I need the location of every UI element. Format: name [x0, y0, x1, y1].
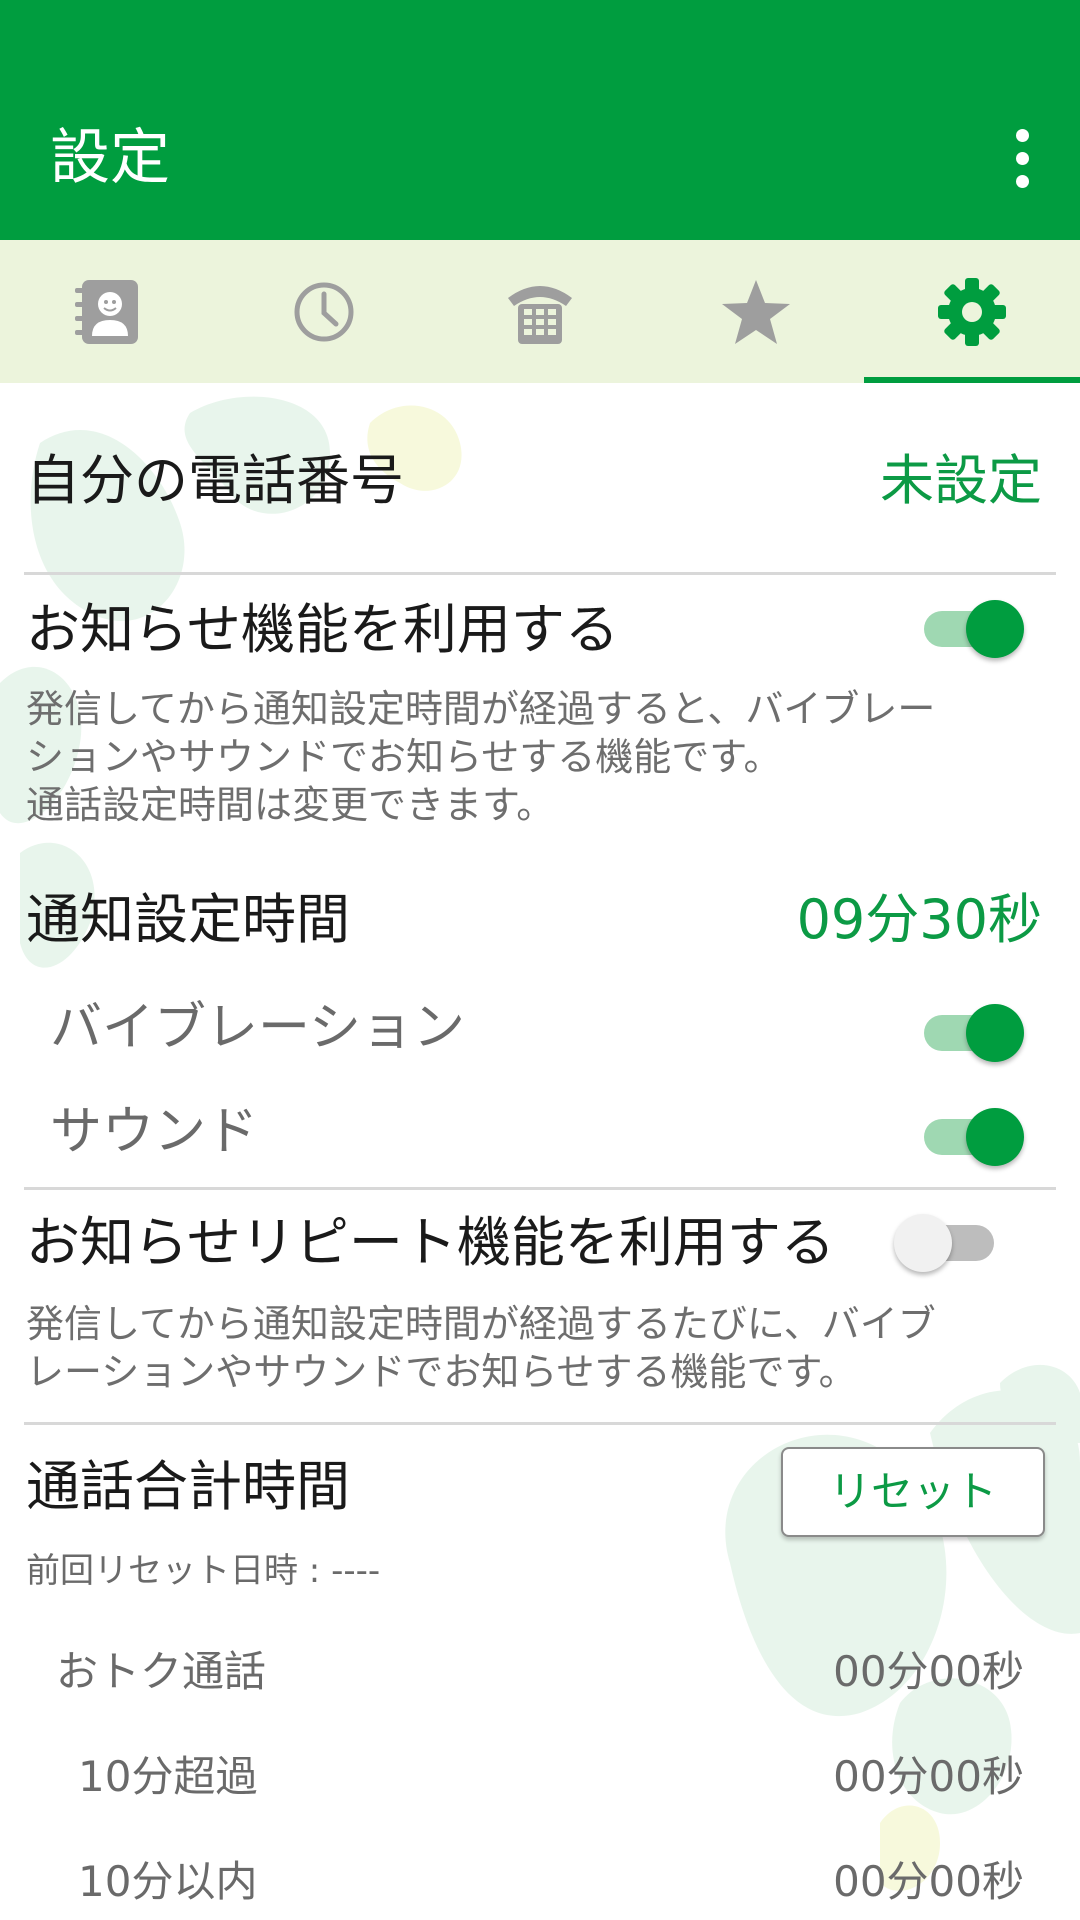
favorites-star-icon: [722, 279, 790, 344]
tab-bar: [0, 240, 1080, 383]
stat-label-otoku: おトク通話: [56, 1647, 267, 1696]
settings-gear-icon: [938, 277, 1006, 346]
stat-value-within-10min: 00分00秒: [833, 1857, 1024, 1906]
stat-label-over-10min: 10分超過: [78, 1752, 258, 1801]
notify-time-value[interactable]: 09分30秒: [797, 885, 1042, 955]
divider: [24, 572, 1056, 575]
tab-history[interactable]: [216, 240, 432, 383]
last-reset-text: 前回リセット日時 : ----: [26, 1551, 381, 1591]
dialpad-phone-icon: [508, 285, 572, 344]
tab-contacts[interactable]: [0, 240, 216, 383]
divider: [24, 1422, 1056, 1425]
stat-label-within-10min: 10分以内: [78, 1857, 258, 1906]
tab-selected-indicator: [864, 377, 1080, 383]
notify-toggle[interactable]: [914, 594, 1024, 664]
sound-label: サウンド: [50, 1102, 259, 1162]
my-number-value[interactable]: 未設定: [880, 446, 1042, 516]
contacts-icon: [75, 279, 138, 344]
divider: [24, 1187, 1056, 1190]
more-vert-icon[interactable]: [986, 120, 1058, 196]
vibration-toggle[interactable]: [914, 998, 1024, 1068]
repeat-description: 発信してから通知設定時間が経過するたびに、バイブ レーションやサウンドでお知らせ…: [26, 1302, 936, 1394]
app-bar: 設定: [0, 0, 1080, 240]
my-number-label: 自分の電話番号: [26, 449, 404, 512]
notify-label: お知らせ機能を利用する: [26, 598, 619, 661]
stat-value-otoku: 00分00秒: [833, 1647, 1024, 1696]
tab-settings[interactable]: [864, 240, 1080, 383]
total-time-label: 通話合計時間: [26, 1455, 350, 1518]
notify-time-label: 通知設定時間: [26, 888, 350, 951]
repeat-label: お知らせリピート機能を利用する: [26, 1211, 835, 1274]
stat-value-over-10min: 00分00秒: [833, 1752, 1024, 1801]
tab-favorites[interactable]: [648, 240, 864, 383]
repeat-toggle[interactable]: [894, 1208, 1004, 1278]
page-title: 設定: [50, 123, 170, 193]
history-clock-icon: [294, 282, 354, 341]
sound-toggle[interactable]: [914, 1102, 1024, 1172]
vibration-label: バイブレーション: [50, 998, 465, 1058]
notify-description: 発信してから通知設定時間が経過すると、バイブレー ションやサウンドでお知らせする…: [26, 687, 936, 827]
tab-dialpad[interactable]: [432, 240, 648, 383]
reset-button[interactable]: リセット: [781, 1447, 1045, 1537]
